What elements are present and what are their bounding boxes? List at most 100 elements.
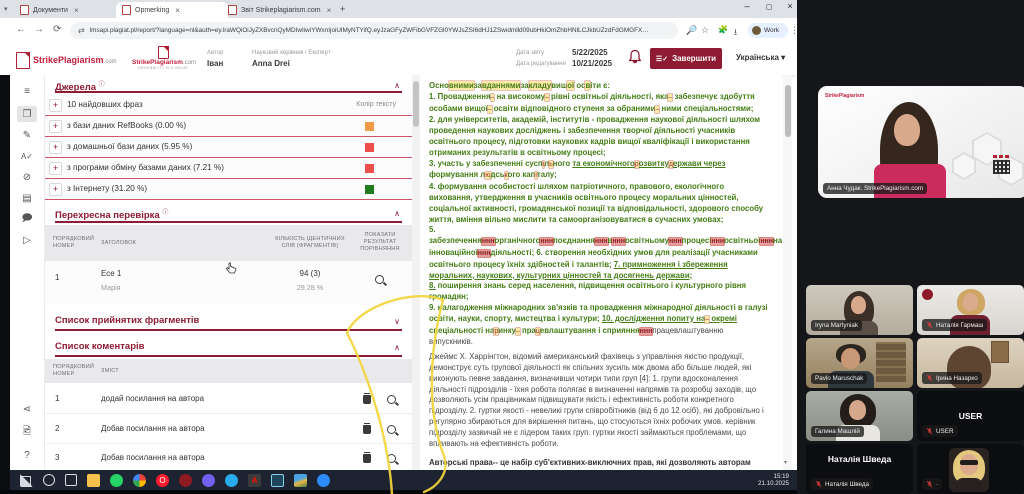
doc-run: за <box>474 81 482 90</box>
crosscheck-section-title: Перехресна перевірка ⓘ <box>55 207 168 221</box>
photos-icon[interactable] <box>294 474 307 487</box>
window-minimize-button[interactable]: – <box>740 1 754 11</box>
window-close-button[interactable]: × <box>783 1 797 11</box>
participant-tile-avatar[interactable]: · <box>917 444 1024 494</box>
help-icon[interactable]: ? <box>17 447 37 463</box>
doc-run: ннн <box>478 250 491 257</box>
expand-plus-icon[interactable]: + <box>49 162 62 175</box>
tab-close-icon[interactable]: × <box>327 6 332 15</box>
participant-tile-nataliia-harmash[interactable]: Наталія Гармаш <box>917 285 1024 335</box>
expand-accepted-icon[interactable]: ∨ <box>394 317 400 326</box>
browser-tab-report[interactable]: Звіт Strikeplagiarism.com × <box>222 2 344 18</box>
whatsapp-icon[interactable] <box>110 474 123 487</box>
spellcheck-icon[interactable]: A✓ <box>17 148 37 164</box>
doc-run: ннн <box>669 238 682 245</box>
check-circle-icon[interactable]: ⊘ <box>17 169 37 185</box>
doc-run: ннн <box>760 238 773 245</box>
extensions-icon[interactable]: 🧩 <box>718 25 728 34</box>
collapse-comments-icon[interactable]: ∧ <box>394 343 400 352</box>
sources-row-longest[interactable]: + 10 найдовших фраз Колір тексту <box>45 95 412 116</box>
edit-note-icon[interactable]: ✎ <box>17 127 37 143</box>
zoom-page-icon[interactable]: 🔎 <box>686 25 697 36</box>
window-maximize-button[interactable]: ▢ <box>762 3 776 11</box>
tag-icon[interactable]: ▷ <box>17 232 37 248</box>
browser-tab-documents[interactable]: Документи × <box>14 2 122 18</box>
delete-comment-icon[interactable] <box>363 425 371 434</box>
info-icon[interactable]: ⓘ <box>99 82 105 88</box>
tab-close-icon[interactable]: × <box>175 6 180 15</box>
telegram-icon[interactable] <box>225 474 238 487</box>
finish-button[interactable]: ☰✓ Завершити <box>650 48 722 69</box>
doc-run: талу; <box>537 170 557 179</box>
doc-run: освітньої <box>724 236 760 245</box>
bookmark-star-icon[interactable]: ☆ <box>701 25 709 36</box>
doc-run: та економічного <box>572 159 634 168</box>
media-player-icon[interactable] <box>179 474 192 487</box>
sources-row-exchange-db[interactable]: + з програми обміну базами даних (7.21 %… <box>45 158 412 179</box>
sources-row-internet[interactable]: + з Інтернету (31.20 %) <box>45 179 412 200</box>
participant-tile-nataliia-shveda[interactable]: Наталія Шведа Наталія Шведа <box>806 444 913 494</box>
delete-comment-icon[interactable] <box>363 395 371 404</box>
sources-row-refbooks[interactable]: + з бази даних RefBooks (0.00 %) <box>45 116 412 137</box>
participant-tile-halyna-mashlii[interactable]: Галина Машлій <box>806 391 913 441</box>
site-share-icon[interactable]: ⇄ <box>78 26 85 35</box>
locate-comment-icon[interactable] <box>387 454 396 463</box>
expand-plus-icon[interactable]: + <box>49 141 62 154</box>
comment-row[interactable]: 2 Добав посилання на автора <box>45 415 412 444</box>
zoom-icon[interactable] <box>317 474 330 487</box>
comment-icon[interactable]: 🗩 <box>17 211 37 227</box>
participant-tile-pavlo-maruschak[interactable]: Pavlo Maruschak <box>806 338 913 388</box>
speaker-video-tile[interactable]: StrikePlagiarism Анна Чудак. StrikePlagi… <box>818 86 1024 198</box>
locate-comment-icon[interactable] <box>387 425 396 434</box>
delete-comment-icon[interactable] <box>363 454 371 463</box>
collapse-crosscheck-icon[interactable]: ∧ <box>394 209 400 218</box>
task-view-icon[interactable] <box>65 474 77 486</box>
download-icon[interactable]: ⭳ <box>734 25 737 41</box>
tab-close-icon[interactable]: × <box>74 6 79 15</box>
back-icon[interactable]: ← <box>16 24 26 35</box>
collapse-sources-icon[interactable]: ∧ <box>394 81 400 90</box>
comment-row[interactable]: 1 додай посилання на автора <box>45 385 412 414</box>
comment-row[interactable]: 3 Добав посилання на автора <box>45 445 412 470</box>
menu-icon[interactable]: ≡ <box>17 83 37 99</box>
expand-plus-icon[interactable]: + <box>49 183 62 196</box>
reload-icon[interactable]: ⟳ <box>53 24 61 35</box>
share-icon[interactable]: ⋖ <box>17 401 37 417</box>
language-selector[interactable]: Українська ▾ <box>736 53 785 62</box>
forward-icon[interactable]: → <box>34 24 44 35</box>
acrobat-icon[interactable]: A <box>248 474 261 487</box>
address-bar[interactable]: ⇄ lmsapi.plagiat.pl/report/?language=nl&… <box>70 22 678 39</box>
start-button-icon[interactable] <box>20 474 33 487</box>
notifications-bell-icon[interactable] <box>628 49 642 70</box>
edit-date-value: 10/21/2025 <box>572 59 612 68</box>
list-table-icon[interactable]: ▤ <box>17 190 37 206</box>
participant-tile-iryna-nazarko[interactable]: Ірина Назарко <box>917 338 1024 388</box>
report-date-value: 5/22/2025 <box>572 48 608 57</box>
image-icon[interactable]: 🖻 <box>17 424 37 440</box>
copies-icon[interactable]: ❐ <box>17 106 37 122</box>
expand-plus-icon[interactable]: + <box>49 99 62 112</box>
sources-row-home-db[interactable]: + з домашньої бази даних (5.95 %) <box>45 137 412 158</box>
spreadsheet-icon[interactable] <box>271 474 284 487</box>
taskbar-clock[interactable]: 15:19 21.10.2025 <box>758 473 789 488</box>
document-scrollbar[interactable]: ▾ <box>783 75 792 470</box>
expand-plus-icon[interactable]: + <box>49 120 62 133</box>
opera-icon[interactable]: O <box>156 474 169 487</box>
participant-tile-iryna-martyniak[interactable]: Iryna Martyniak <box>806 285 913 335</box>
new-tab-button[interactable]: + <box>340 4 345 14</box>
doc-run: окремі <box>709 314 737 323</box>
participant-name-label: Галина Машлій <box>811 426 864 437</box>
participant-tile-user[interactable]: USER USER <box>917 391 1024 441</box>
chrome-icon[interactable] <box>133 474 146 487</box>
taskbar-search-icon[interactable] <box>43 474 55 486</box>
locate-comment-icon[interactable] <box>387 395 396 404</box>
info-icon[interactable]: ⓘ <box>162 210 168 216</box>
browser-tab-opmerking[interactable]: Opmerking × <box>116 2 228 18</box>
panel-scrollbar[interactable] <box>412 75 420 470</box>
viber-icon[interactable] <box>202 474 215 487</box>
doc-run: ними спеціальностями; <box>659 104 753 113</box>
show-comparison-icon[interactable] <box>375 275 384 284</box>
browser-profile-chip[interactable]: Work <box>748 23 788 38</box>
file-explorer-icon[interactable] <box>87 474 100 487</box>
tab-search-chevron-icon[interactable]: ▾ <box>4 5 8 13</box>
